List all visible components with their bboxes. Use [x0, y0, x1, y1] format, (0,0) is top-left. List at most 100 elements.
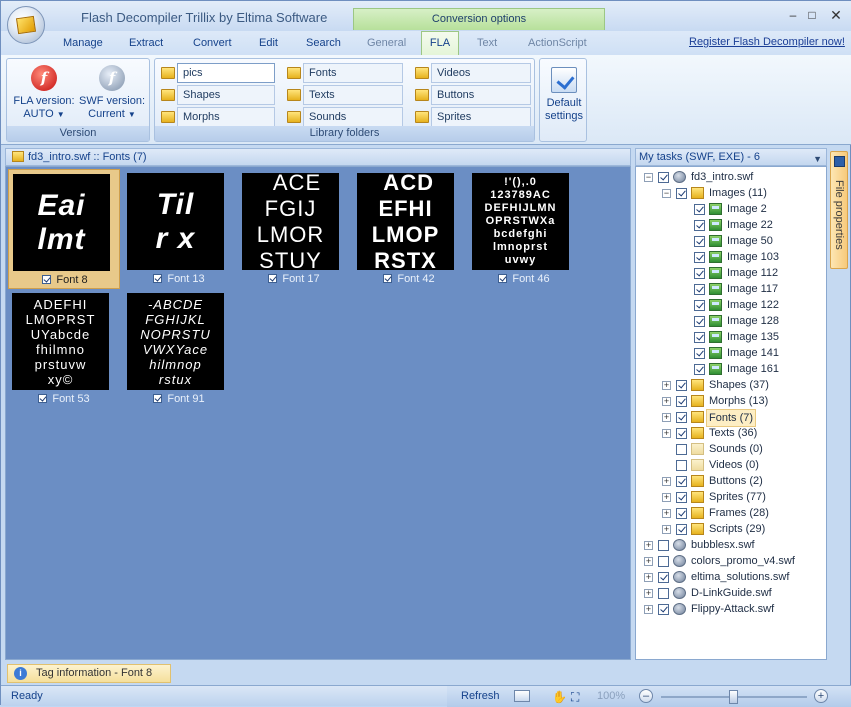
font-checkbox[interactable]	[383, 274, 393, 283]
zoom-slider-thumb[interactable]	[729, 690, 738, 704]
font-checkbox[interactable]	[268, 274, 278, 283]
tree-node[interactable]: Image 103	[636, 249, 826, 265]
tree-node[interactable]: Image 161	[636, 361, 826, 377]
tab-text[interactable]: Text	[477, 37, 497, 49]
tree-node[interactable]: + Frames (28)	[636, 505, 826, 521]
file-properties-side-tab[interactable]: File properties	[830, 151, 848, 269]
tree-node[interactable]: Image 135	[636, 329, 826, 345]
library-morphs-field[interactable]: Morphs	[177, 107, 275, 127]
zoom-in-icon[interactable]: +	[814, 689, 828, 703]
tree-checkbox[interactable]	[694, 268, 705, 279]
tree-checkbox[interactable]	[694, 348, 705, 359]
tree-node[interactable]: + Sprites (77)	[636, 489, 826, 505]
tree-node[interactable]: Image 128	[636, 313, 826, 329]
font-thumbnail[interactable]: Eai lmt Font 8	[8, 169, 120, 289]
swf-version-button[interactable]: f SWF version: Current ▼	[77, 65, 147, 121]
refresh-button[interactable]: Refresh	[461, 690, 500, 702]
tree-node[interactable]: Image 117	[636, 281, 826, 297]
font-thumbnail[interactable]: ACD EFHI LMOP RSTX Font 42	[353, 169, 465, 289]
expand-icon[interactable]: +	[662, 397, 671, 406]
font-thumbnail[interactable]: Til r x Font 13	[123, 169, 235, 289]
tree-node[interactable]: − Images (11)	[636, 185, 826, 201]
tab-general[interactable]: General	[367, 37, 406, 49]
tree-node[interactable]: + Scripts (29)	[636, 521, 826, 537]
tree-node[interactable]: + Flippy-Attack.swf	[636, 601, 826, 617]
tree-checkbox[interactable]	[676, 492, 687, 503]
tree-checkbox[interactable]	[676, 460, 687, 471]
zoom-out-icon[interactable]: –	[639, 689, 653, 703]
tag-info-bar[interactable]: i Tag information - Font 8	[7, 664, 171, 683]
tree-checkbox[interactable]	[658, 588, 669, 599]
tree-node[interactable]: Image 112	[636, 265, 826, 281]
expand-icon[interactable]: +	[644, 541, 653, 550]
register-link[interactable]: Register Flash Decompiler now!	[689, 36, 845, 48]
font-checkbox[interactable]	[498, 274, 508, 283]
tree-checkbox[interactable]	[694, 236, 705, 247]
hand-tool-icon[interactable]: ✋	[552, 690, 567, 704]
tree-checkbox[interactable]	[694, 252, 705, 263]
expand-icon[interactable]: +	[644, 605, 653, 614]
tree-node[interactable]: + Morphs (13)	[636, 393, 826, 409]
collapse-icon[interactable]: −	[662, 189, 671, 198]
tree-checkbox[interactable]	[676, 380, 687, 391]
menu-edit[interactable]: Edit	[259, 37, 278, 49]
font-thumbnail[interactable]: !'(),.0 123789AC DEFHIJLMN OPRSTWXa bcdefghi…	[468, 169, 580, 289]
tree-node[interactable]: Image 141	[636, 345, 826, 361]
menu-search[interactable]: Search	[306, 37, 341, 49]
library-sprites-field[interactable]: Sprites	[431, 107, 531, 127]
tree-node[interactable]: Videos (0)	[636, 457, 826, 473]
tree-checkbox[interactable]	[694, 364, 705, 375]
color-picker-icon[interactable]	[514, 690, 530, 702]
menu-manage[interactable]: Manage	[63, 37, 103, 49]
expand-icon[interactable]: +	[644, 573, 653, 582]
expand-icon[interactable]: +	[662, 525, 671, 534]
tree-node[interactable]: + bubblesx.swf	[636, 537, 826, 553]
collapse-icon[interactable]: −	[644, 173, 653, 182]
close-icon[interactable]: ✕	[826, 7, 846, 23]
library-videos-field[interactable]: Videos	[431, 63, 531, 83]
font-thumbnail[interactable]: ACE FGIJ LMOR STUY Font 17	[238, 169, 350, 289]
tree-checkbox[interactable]	[658, 572, 669, 583]
expand-icon[interactable]: +	[662, 509, 671, 518]
tree-checkbox[interactable]	[658, 540, 669, 551]
menu-extract[interactable]: Extract	[129, 37, 163, 49]
tree-node[interactable]: − fd3_intro.swf	[636, 169, 826, 185]
expand-icon[interactable]: +	[662, 493, 671, 502]
expand-icon[interactable]: +	[662, 413, 671, 422]
font-checkbox[interactable]	[38, 394, 48, 403]
tree-node[interactable]: Image 2	[636, 201, 826, 217]
tree-node[interactable]: + Fonts (7)	[636, 409, 826, 427]
font-checkbox[interactable]	[42, 275, 52, 284]
library-shapes-field[interactable]: Shapes	[177, 85, 275, 105]
font-thumbnail[interactable]: ADEFHI LMOPRST UYabcde fhilmno prstuvw xy© Fon…	[8, 289, 120, 409]
tree-checkbox[interactable]	[694, 332, 705, 343]
library-texts-field[interactable]: Texts	[303, 85, 403, 105]
tree-checkbox[interactable]	[676, 508, 687, 519]
fla-version-button[interactable]: f FLA version: AUTO ▼	[11, 65, 77, 121]
library-pics-field[interactable]: pics	[177, 63, 275, 83]
tree-node[interactable]: + D-LinkGuide.swf	[636, 585, 826, 601]
tree-checkbox[interactable]	[676, 188, 687, 199]
expand-icon[interactable]: +	[644, 589, 653, 598]
tree-checkbox[interactable]	[694, 220, 705, 231]
expand-icon[interactable]: +	[662, 381, 671, 390]
tree-checkbox[interactable]	[694, 204, 705, 215]
tree-node[interactable]: Image 122	[636, 297, 826, 313]
menu-convert[interactable]: Convert	[193, 37, 232, 49]
fit-icon[interactable]: ⛶	[571, 690, 579, 705]
tree-checkbox[interactable]	[676, 412, 687, 423]
default-settings-button[interactable]: Default settings	[542, 65, 586, 123]
tab-fla[interactable]: FLA	[421, 31, 459, 55]
app-orb-button[interactable]	[7, 6, 45, 44]
font-checkbox[interactable]	[153, 274, 163, 283]
tree-checkbox[interactable]	[658, 556, 669, 567]
tree-node[interactable]: + eltima_solutions.swf	[636, 569, 826, 585]
tree-checkbox[interactable]	[694, 284, 705, 295]
library-sounds-field[interactable]: Sounds	[303, 107, 403, 127]
tree-checkbox[interactable]	[676, 444, 687, 455]
tree-node[interactable]: Image 50	[636, 233, 826, 249]
tree-checkbox[interactable]	[694, 316, 705, 327]
tab-actionscript[interactable]: ActionScript	[528, 37, 587, 49]
expand-icon[interactable]: +	[662, 477, 671, 486]
tree-checkbox[interactable]	[658, 604, 669, 615]
